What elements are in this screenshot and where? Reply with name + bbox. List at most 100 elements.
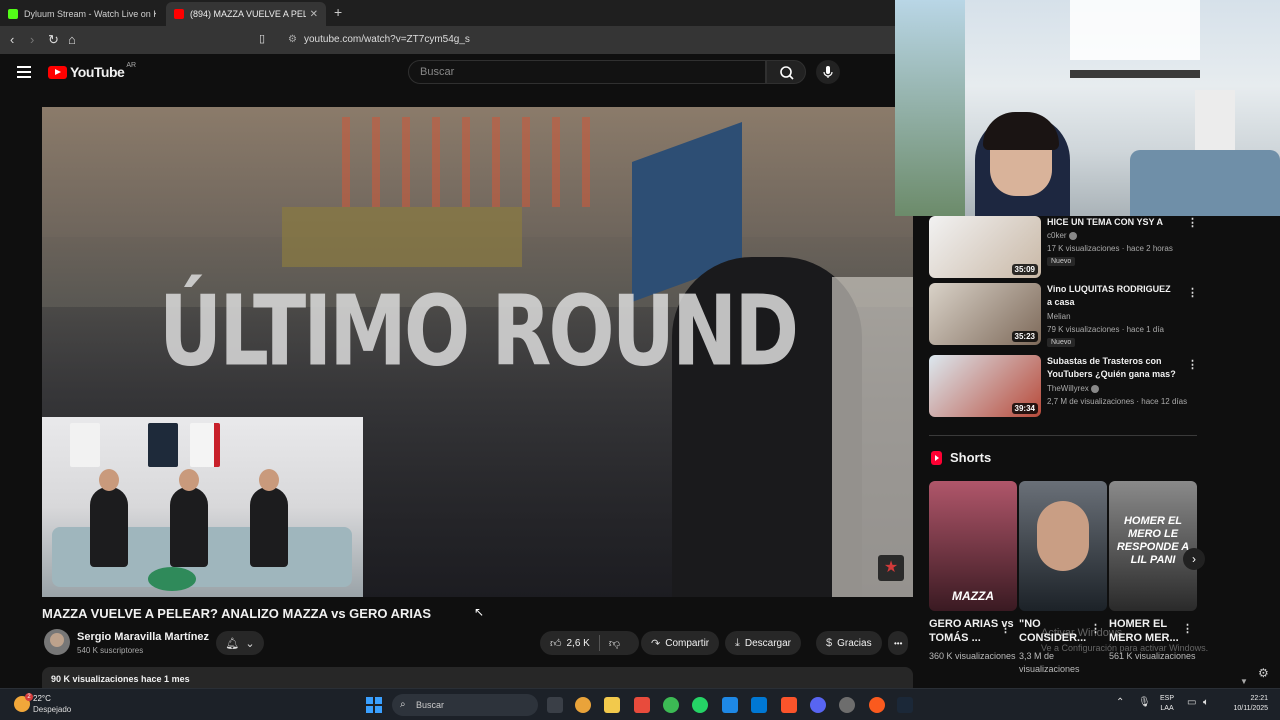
video-thumbnail[interactable]: 35:09 [929, 216, 1041, 278]
thanks-icon: $ [826, 637, 833, 649]
like-count[interactable]: 2,6 K [567, 638, 590, 649]
more-options-icon[interactable]: ⋮ [1182, 622, 1193, 635]
search-button[interactable] [766, 60, 806, 84]
dislike-icon[interactable]: 👎︎ [609, 637, 620, 650]
brave-icon[interactable] [781, 697, 797, 713]
star-badge-icon: ★ [878, 555, 904, 581]
store-icon[interactable] [634, 697, 650, 713]
hamburger-menu-icon[interactable] [17, 66, 31, 78]
chevron-right-icon[interactable]: › [1183, 548, 1205, 570]
video-thumbnail[interactable]: 35:23 [929, 283, 1041, 345]
clock[interactable]: 22:21 10/11/2025 [1224, 694, 1268, 714]
url-field[interactable]: ⚙ youtube.com/watch?v=ZT7cym54g_s [284, 31, 894, 49]
close-tab-icon[interactable]: ✕ [310, 9, 318, 20]
language-indicator[interactable]: ESP LAA [1160, 694, 1174, 714]
recommendation-title[interactable]: HICE UN TEMA CON YSY A [1047, 216, 1177, 229]
search-icon [780, 66, 794, 80]
forward-icon[interactable]: › [30, 32, 34, 47]
copilot-icon[interactable] [575, 697, 591, 713]
obs-icon[interactable] [839, 697, 855, 713]
video-thumbnail[interactable]: 39:34 [929, 355, 1041, 417]
short-views: 360 K visualizaciones [929, 651, 1016, 661]
recommendation-channel[interactable]: Melian [1047, 312, 1071, 321]
studio-person [90, 469, 128, 567]
channel-name[interactable]: Sergio Maravilla Martínez [77, 631, 209, 643]
network-icon[interactable]: ▭ [1187, 697, 1196, 708]
video-player[interactable]: ÚLTIMO ROUND ★ [42, 107, 913, 597]
file-explorer-icon[interactable] [604, 697, 620, 713]
reload-icon[interactable]: ↻ [48, 32, 59, 48]
temperature: 22°C [33, 694, 51, 703]
webcam-window [895, 0, 965, 216]
recommendation-meta: 17 K visualizaciones · hace 2 horas [1047, 244, 1173, 253]
whatsapp-icon[interactable] [692, 697, 708, 713]
webcam-couch [1130, 150, 1280, 216]
app-icon[interactable] [869, 697, 885, 713]
microphone-icon[interactable]: 🎙︎ [1138, 697, 1151, 708]
like-icon[interactable]: 👍︎ [550, 637, 562, 650]
taskbar-search-input[interactable]: ⌕ Buscar [392, 694, 538, 716]
bookmark-icon[interactable]: ▯ [259, 32, 265, 45]
scroll-down-arrow-icon[interactable]: ▼ [1240, 677, 1248, 686]
recommendation-title[interactable]: Subastas de Trasteros con YouTubers ¿Qui… [1047, 355, 1177, 381]
notification-bell-button[interactable]: 🔔︎ ⌄ [216, 631, 264, 655]
short-thumbnail[interactable] [1019, 481, 1107, 611]
tab-youtube[interactable]: (894) MAZZA VUELVE A PELEA ✕ [166, 2, 326, 26]
task-view-icon[interactable] [547, 697, 563, 713]
thanks-button[interactable]: $ Gracias [816, 631, 882, 655]
recommendation-title[interactable]: Vino LUQUITAS RODRIGUEZ a casa [1047, 283, 1177, 309]
studio-person [250, 469, 288, 567]
windows-start-icon[interactable] [366, 697, 382, 713]
webcam-person-hair [983, 112, 1059, 150]
more-options-icon[interactable]: ⋮ [1000, 622, 1011, 635]
discord-icon[interactable] [810, 697, 826, 713]
shorts-header: Shorts [931, 450, 991, 465]
steam-icon[interactable] [897, 697, 913, 713]
back-icon[interactable]: ‹ [10, 32, 14, 47]
short-face-decor [1037, 501, 1089, 571]
time: 22:21 [1250, 695, 1268, 702]
more-options-icon[interactable]: ⋮ [1187, 216, 1198, 229]
video-frame-lanterns [342, 117, 612, 207]
bell-icon: 🔔︎ [225, 637, 240, 650]
new-badge: Nuevo [1047, 338, 1076, 347]
download-button[interactable]: ⤓ Descargar [725, 631, 802, 655]
more-options-icon[interactable]: ⋮ [1187, 286, 1198, 299]
recommendation-item[interactable]: 35:23 Vino LUQUITAS RODRIGUEZ a casa Mel… [929, 283, 1199, 347]
share-icon: ↷ [651, 637, 661, 650]
volume-icon[interactable]: 🔈︎ [1203, 697, 1209, 708]
video-title: MAZZA VUELVE A PELEAR? ANALIZO MAZZA vs … [42, 606, 432, 621]
chevron-up-icon[interactable]: ⌃ [1116, 697, 1124, 708]
recommendation-item[interactable]: 39:34 Subastas de Trasteros con YouTuber… [929, 355, 1199, 419]
outlook-icon[interactable] [751, 697, 767, 713]
home-icon[interactable]: ⌂ [68, 32, 76, 47]
search-icon: ⌕ [400, 699, 406, 710]
short-views: 3,3 M de visualizaciones [1019, 651, 1080, 674]
webcam-shelf [1070, 70, 1200, 78]
windows-activation-subtext: Ve a Configuración para activar Windows. [1041, 643, 1209, 653]
chrome-icon[interactable] [663, 697, 679, 713]
share-button[interactable]: ↷ Compartir [641, 631, 720, 655]
recommendation-item[interactable]: 35:09 HICE UN TEMA CON YSY A c0ker 17 K … [929, 216, 1199, 280]
recommendation-channel[interactable]: c0ker [1047, 231, 1077, 240]
studio-person [170, 469, 208, 567]
tab-kick[interactable]: Dyluum Stream - Watch Live on Kick [0, 2, 164, 26]
youtube-logo[interactable]: YouTube AR [48, 62, 136, 80]
new-tab-button[interactable]: + [334, 4, 342, 20]
video-frame-awning [282, 207, 522, 267]
short-thumbnail[interactable]: MAZZA [929, 481, 1017, 611]
more-actions-button[interactable]: ••• [888, 631, 909, 655]
channel-label: TheWillyrex [1047, 384, 1089, 393]
more-options-icon[interactable]: ⋮ [1187, 358, 1198, 371]
divider [929, 435, 1197, 436]
site-info-icon[interactable]: ⚙ [288, 31, 297, 49]
webcam-cabinet [1070, 0, 1200, 60]
search-input[interactable]: Buscar [408, 60, 766, 84]
voice-search-button[interactable] [816, 60, 840, 84]
gear-icon[interactable]: ⚙ [1258, 666, 1269, 680]
recommendation-channel[interactable]: TheWillyrex [1047, 384, 1099, 393]
channel-avatar[interactable] [44, 629, 70, 655]
jersey-decor [148, 423, 178, 467]
slack-icon[interactable] [722, 697, 738, 713]
short-thumbnail[interactable]: HOMER EL MERO LE RESPONDE A LIL PANI [1109, 481, 1197, 611]
